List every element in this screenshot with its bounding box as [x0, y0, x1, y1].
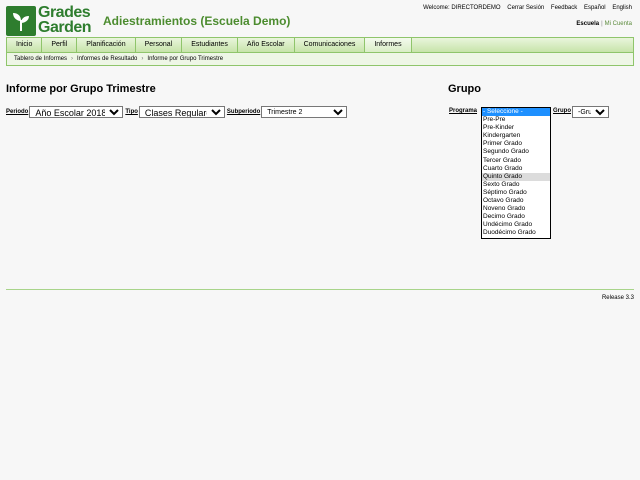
- nav-fill: [411, 38, 633, 52]
- chevron-right-icon: ›: [71, 56, 74, 62]
- lang-en-link[interactable]: English: [612, 5, 632, 11]
- breadcrumb-tablero[interactable]: Tablero de Informes: [14, 56, 67, 62]
- tab-ano-escolar[interactable]: Año Escolar: [237, 38, 295, 52]
- top-links: Welcome: DIRECTORDEMO Cerrar Sesión Feed…: [418, 5, 632, 11]
- programa-option[interactable]: Séptimo Grado: [482, 189, 550, 197]
- programa-option[interactable]: Pre-Pre: [482, 116, 550, 124]
- subperiodo-label: Subperiodo: [226, 109, 261, 115]
- programa-option[interactable]: Octavo Grado: [482, 197, 550, 205]
- sprout-icon: [6, 6, 36, 36]
- programa-option[interactable]: Kindergarten: [482, 132, 550, 140]
- welcome-text: Welcome: DIRECTORDEMO: [423, 5, 501, 11]
- programa-option[interactable]: Undécimo Grado: [482, 221, 550, 229]
- feedback-link[interactable]: Feedback: [551, 5, 577, 11]
- app-title: Adiestramientos (Escuela Demo): [103, 14, 291, 28]
- programa-option[interactable]: - Seleccione -: [482, 108, 550, 117]
- page-title: Informe por Grupo Trimestre: [6, 83, 156, 95]
- breadcrumb-current: Informe por Grupo Trimestre: [147, 56, 224, 62]
- tab-comunicaciones[interactable]: Comunicaciones: [294, 38, 366, 52]
- tab-planificacion[interactable]: Planificación: [77, 38, 136, 52]
- programa-option[interactable]: Noveno Grado: [482, 205, 550, 213]
- tab-personal[interactable]: Personal: [135, 38, 183, 52]
- programa-option[interactable]: Duodécimo Grado: [482, 229, 550, 237]
- breadcrumb-resultado[interactable]: Informes de Resultado: [77, 56, 137, 62]
- group-title: Grupo: [448, 83, 481, 95]
- programa-option[interactable]: Decimo Grado: [482, 213, 550, 221]
- lang-es-link[interactable]: Español: [584, 5, 606, 11]
- grupo-select[interactable]: -Grupo-: [572, 106, 610, 118]
- programa-label: Programa: [449, 108, 478, 114]
- programa-option[interactable]: Quinto Grado: [482, 172, 550, 181]
- tipo-label: Tipo: [125, 109, 138, 115]
- release-version: Release 3.3: [601, 295, 634, 301]
- mi-cuenta-link[interactable]: Mi Cuenta: [605, 21, 632, 27]
- programa-option[interactable]: Pre-Kinder: [482, 124, 550, 132]
- logout-link[interactable]: Cerrar Sesión: [507, 5, 544, 11]
- tab-perfil[interactable]: Perfil: [42, 38, 78, 52]
- tab-informes[interactable]: Informes: [365, 38, 412, 52]
- periodo-label: Periodo: [6, 109, 29, 115]
- programa-option[interactable]: Cuarto Grado: [482, 165, 550, 173]
- footer-divider: [6, 289, 634, 290]
- grupo-label: Grupo: [553, 108, 572, 114]
- chevron-right-icon: ›: [141, 56, 144, 62]
- tipo-select[interactable]: Clases Regulares: [138, 106, 225, 118]
- subperiodo-select[interactable]: Trimestre 2: [261, 106, 348, 118]
- logo-text: Grades Garden: [38, 4, 92, 36]
- escuela-link[interactable]: Escuela: [576, 21, 599, 27]
- account-links: Escuela | Mi Cuenta: [576, 21, 632, 27]
- periodo-select[interactable]: Año Escolar 2018-19: [29, 106, 124, 118]
- programa-option[interactable]: Sexto Grado: [482, 181, 550, 189]
- tab-estudiantes[interactable]: Estudiantes: [182, 38, 238, 52]
- programa-dropdown-list[interactable]: - Seleccione - Pre-Pre Pre-Kinder Kinder…: [481, 107, 551, 239]
- main-nav: Inicio Perfil Planificación Personal Est…: [6, 37, 634, 53]
- tab-inicio[interactable]: Inicio: [7, 38, 43, 52]
- programa-option[interactable]: Segundo Grado: [482, 148, 550, 156]
- logo: Grades Garden: [6, 4, 94, 36]
- breadcrumb: Tablero de Informes › Informes de Resultad…: [6, 53, 634, 66]
- report-filters: Periodo Año Escolar 2018-19 Tipo Clases …: [6, 106, 349, 118]
- programa-option[interactable]: Tercer Grado: [482, 157, 550, 165]
- programa-option[interactable]: Primer Grado: [482, 140, 550, 148]
